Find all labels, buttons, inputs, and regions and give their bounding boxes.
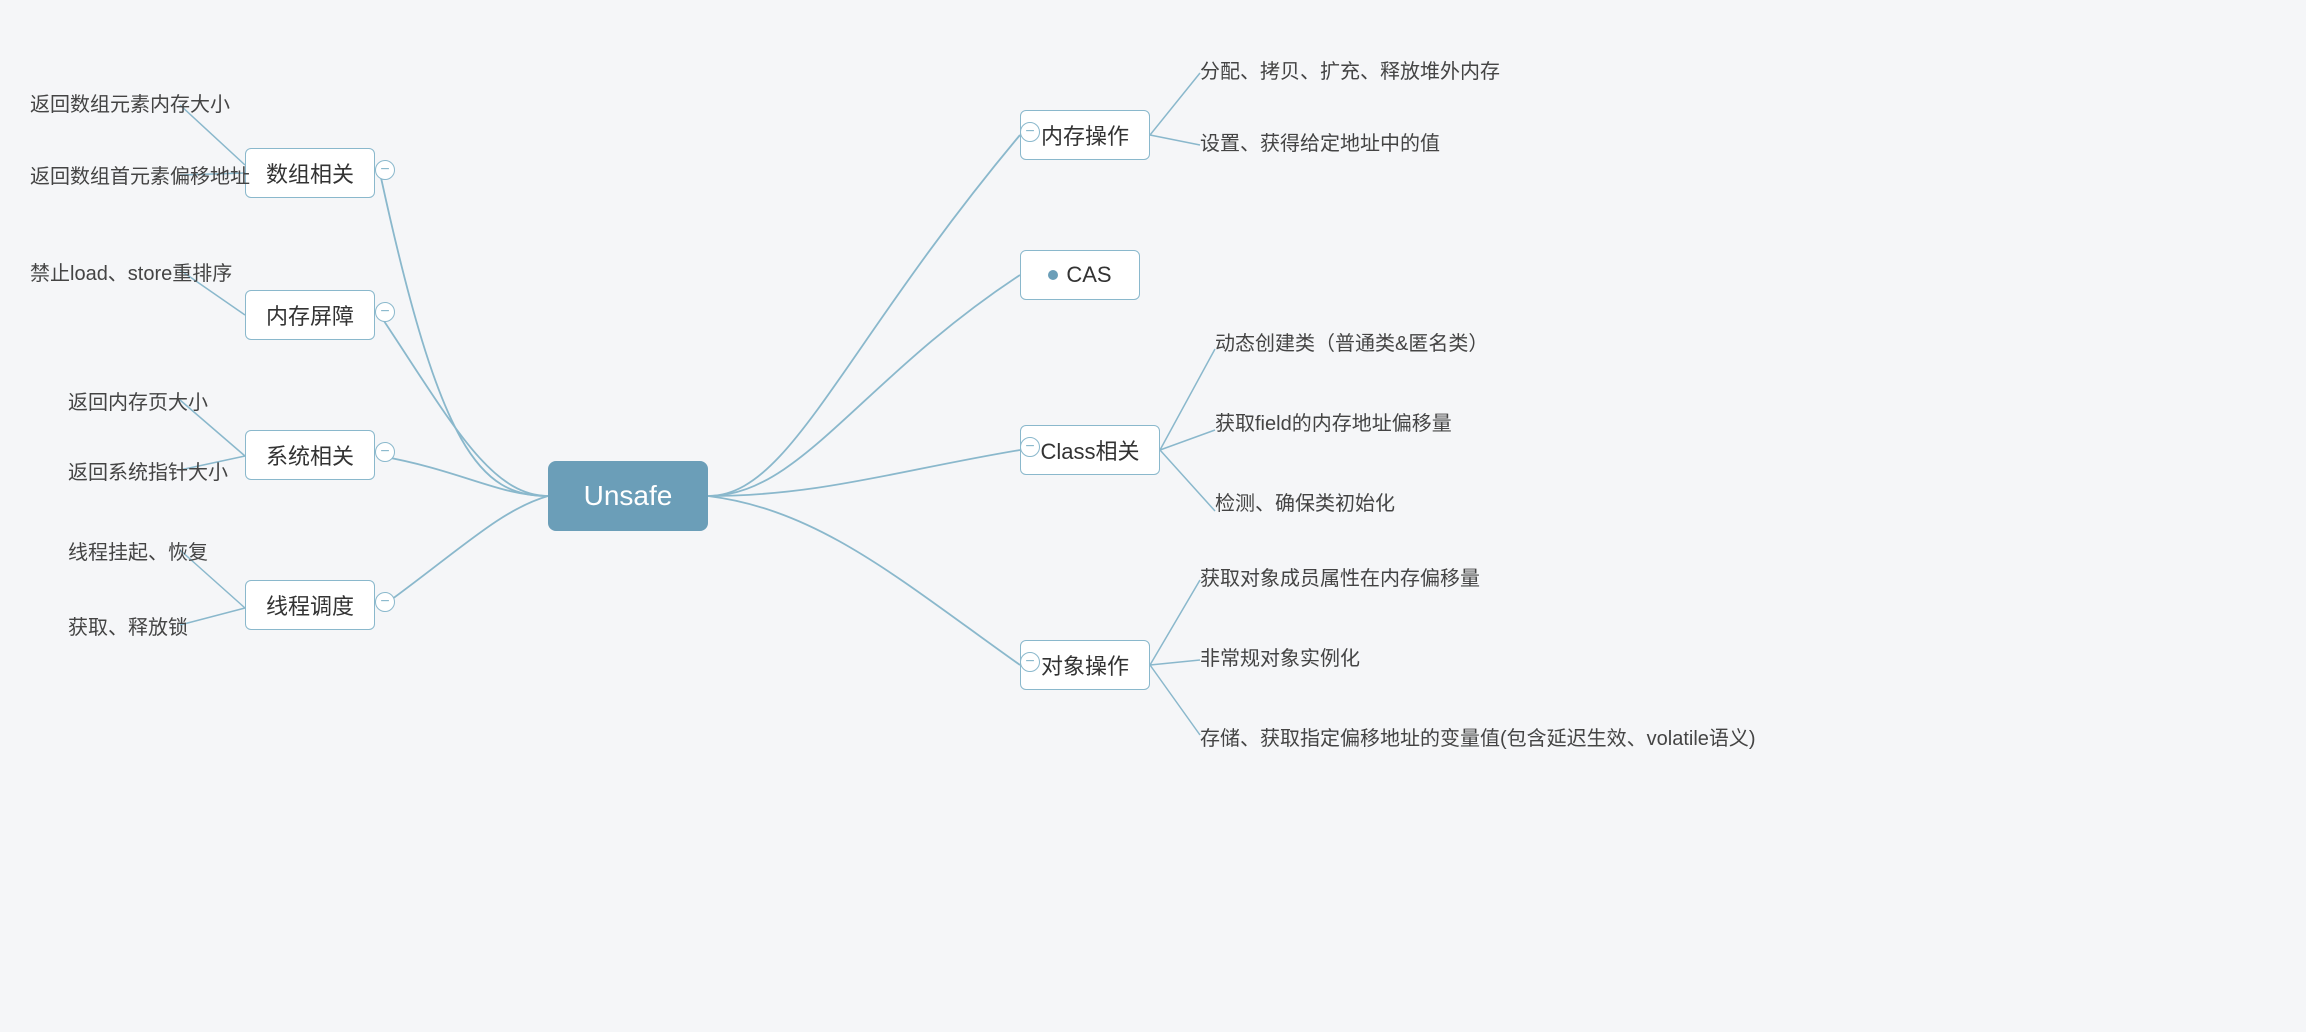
minus-thread[interactable]: − xyxy=(375,592,395,612)
branch-barrier: 内存屏障 xyxy=(245,290,375,340)
leaf-class-1: 动态创建类（普通类&匿名类） xyxy=(1215,327,1488,356)
branch-thread-label: 线程调度 xyxy=(266,589,354,621)
leaf-obj-1: 获取对象成员属性在内存偏移量 xyxy=(1200,562,1480,591)
branch-memory-ops-label: 内存操作 xyxy=(1041,119,1129,151)
branch-obj-ops-label: 对象操作 xyxy=(1041,649,1129,681)
branch-class-ops: Class相关 xyxy=(1020,425,1160,475)
leaf-barrier-1: 禁止load、store重排序 xyxy=(30,257,232,286)
center-node: Unsafe xyxy=(548,461,708,531)
branch-array-label: 数组相关 xyxy=(266,157,354,189)
leaf-array-1: 返回数组元素内存大小 xyxy=(30,88,230,117)
branch-thread: 线程调度 xyxy=(245,580,375,630)
leaf-thread-2: 获取、释放锁 xyxy=(68,611,188,640)
branch-class-ops-label: Class相关 xyxy=(1040,434,1139,466)
minus-system[interactable]: − xyxy=(375,442,395,462)
minus-barrier[interactable]: − xyxy=(375,302,395,322)
minus-array[interactable]: − xyxy=(375,160,395,180)
branch-system: 系统相关 xyxy=(245,430,375,480)
mindmap: Unsafe 数组相关 − 返回数组元素内存大小 返回数组首元素偏移地址 内存屏… xyxy=(0,0,2306,1032)
leaf-memory-2: 设置、获得给定地址中的值 xyxy=(1200,127,1440,156)
leaf-class-2: 获取field的内存地址偏移量 xyxy=(1215,407,1452,436)
leaf-obj-3: 存储、获取指定偏移地址的变量值(包含延迟生效、volatile语义) xyxy=(1200,722,1756,751)
leaf-system-1: 返回内存页大小 xyxy=(68,386,208,415)
minus-memory-ops[interactable]: − xyxy=(1020,122,1040,142)
cas-dot xyxy=(1048,270,1058,280)
branch-barrier-label: 内存屏障 xyxy=(266,299,354,331)
minus-class-ops[interactable]: − xyxy=(1020,437,1040,457)
branch-array: 数组相关 xyxy=(245,148,375,198)
leaf-system-2: 返回系统指针大小 xyxy=(68,456,228,485)
leaf-class-3: 检测、确保类初始化 xyxy=(1215,487,1395,516)
leaf-array-2: 返回数组首元素偏移地址 xyxy=(30,160,250,189)
leaf-memory-1: 分配、拷贝、扩充、释放堆外内存 xyxy=(1200,55,1500,84)
branch-cas-label: CAS xyxy=(1066,262,1111,288)
center-label: Unsafe xyxy=(584,480,673,512)
branch-cas: CAS xyxy=(1020,250,1140,300)
leaf-obj-2: 非常规对象实例化 xyxy=(1200,642,1360,671)
leaf-thread-1: 线程挂起、恢复 xyxy=(68,536,208,565)
minus-obj-ops[interactable]: − xyxy=(1020,652,1040,672)
branch-system-label: 系统相关 xyxy=(266,439,354,471)
